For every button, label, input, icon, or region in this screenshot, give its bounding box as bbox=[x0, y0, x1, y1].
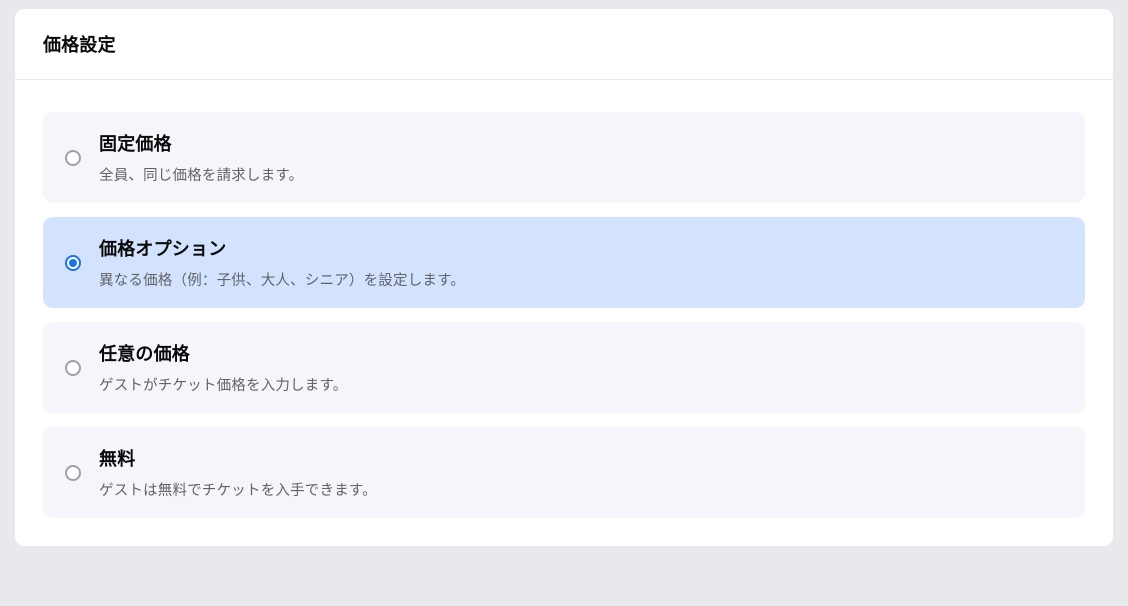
radio-icon bbox=[65, 150, 81, 166]
card-header: 価格設定 bbox=[15, 9, 1113, 80]
pricing-option-tiered[interactable]: 価格オプション 異なる価格（例：子供、大人、シニア）を設定します。 bbox=[43, 217, 1085, 308]
option-title: 固定価格 bbox=[99, 130, 303, 156]
pricing-option-suggested[interactable]: 任意の価格 ゲストがチケット価格を入力します。 bbox=[43, 322, 1085, 413]
option-text: 固定価格 全員、同じ価格を請求します。 bbox=[99, 130, 303, 185]
option-text: 任意の価格 ゲストがチケット価格を入力します。 bbox=[99, 340, 347, 395]
radio-icon bbox=[65, 465, 81, 481]
radio-dot-icon bbox=[69, 259, 77, 267]
card-body: 固定価格 全員、同じ価格を請求します。 価格オプション 異なる価格（例：子供、大… bbox=[15, 80, 1113, 546]
pricing-option-fixed[interactable]: 固定価格 全員、同じ価格を請求します。 bbox=[43, 112, 1085, 203]
option-title: 無料 bbox=[99, 445, 377, 471]
option-description: 全員、同じ価格を請求します。 bbox=[99, 164, 303, 185]
option-text: 価格オプション 異なる価格（例：子供、大人、シニア）を設定します。 bbox=[99, 235, 465, 290]
option-description: ゲストがチケット価格を入力します。 bbox=[99, 374, 347, 395]
card-title: 価格設定 bbox=[43, 31, 1085, 57]
radio-icon bbox=[65, 360, 81, 376]
pricing-option-free[interactable]: 無料 ゲストは無料でチケットを入手できます。 bbox=[43, 427, 1085, 518]
option-description: ゲストは無料でチケットを入手できます。 bbox=[99, 479, 377, 500]
option-text: 無料 ゲストは無料でチケットを入手できます。 bbox=[99, 445, 377, 500]
pricing-card: 価格設定 固定価格 全員、同じ価格を請求します。 価格オプション 異なる価格（例… bbox=[14, 8, 1114, 547]
radio-icon bbox=[65, 255, 81, 271]
option-title: 任意の価格 bbox=[99, 340, 347, 366]
option-description: 異なる価格（例：子供、大人、シニア）を設定します。 bbox=[99, 269, 465, 290]
pricing-option-list: 固定価格 全員、同じ価格を請求します。 価格オプション 異なる価格（例：子供、大… bbox=[43, 112, 1085, 518]
option-title: 価格オプション bbox=[99, 235, 465, 261]
